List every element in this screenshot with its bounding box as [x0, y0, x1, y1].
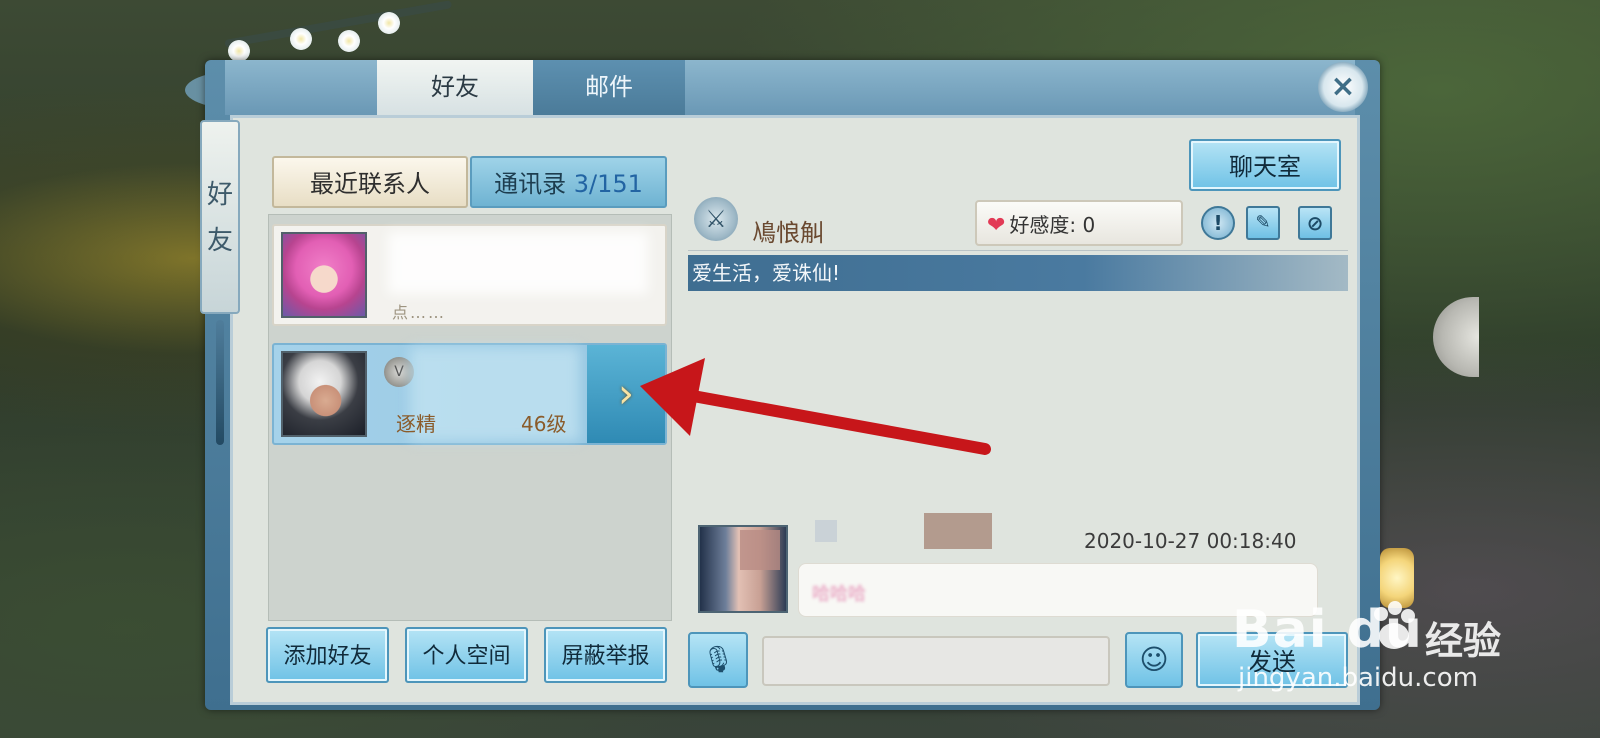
avatar [281, 351, 367, 437]
message-text: 哈哈哈 [812, 584, 866, 605]
mosaic-block [740, 530, 780, 570]
flower-decoration [290, 28, 312, 50]
banner-char: 友 [206, 226, 233, 256]
address-book-count: 3/151 [573, 170, 643, 198]
chevron-right-icon: › [618, 371, 634, 417]
divider [688, 250, 1348, 251]
tab-address-book[interactable]: 通讯录 3/151 [470, 156, 667, 208]
tab-friends[interactable]: 好友 [377, 60, 533, 115]
friend-name: 逐精 [396, 412, 436, 436]
expand-arrow-button[interactable]: › [587, 345, 665, 443]
tab-mail[interactable]: 邮件 [533, 60, 685, 115]
message-timestamp: 2020-10-27 00:18:40 [1084, 529, 1297, 553]
banner-char: 好 [206, 180, 233, 210]
block-icon[interactable]: ⊘ [1298, 206, 1332, 240]
favor-display: ❤ 好感度: 0 [975, 200, 1183, 246]
favor-label: 好感度: 0 [1009, 213, 1096, 237]
flower-decoration [378, 12, 400, 34]
sword-class-icon: ⚔ [694, 197, 738, 241]
selected-friend-name: 鳰悢觓 [752, 219, 824, 247]
friend-hint-text: 点…… [392, 303, 447, 322]
address-book-label: 通讯录 [494, 170, 567, 198]
add-friend-button[interactable]: 添加好友 [266, 627, 389, 683]
emoji-add-icon[interactable]: ☺ [1125, 632, 1183, 688]
tab-recent-contacts[interactable]: 最近联系人 [272, 156, 468, 208]
flower-decoration [338, 30, 360, 52]
chat-input[interactable] [762, 636, 1110, 686]
mosaic-block [815, 520, 837, 542]
heart-icon: ❤ [987, 213, 1006, 238]
friend-level: 46级 [521, 412, 567, 436]
blurred-region [388, 232, 648, 294]
watermark-url: jingyan.baidu.com [1238, 663, 1478, 693]
vertical-banner: 好 友 [200, 120, 240, 314]
flower-decoration [228, 40, 250, 62]
edit-icon[interactable]: ✎ [1246, 206, 1280, 240]
paw-logo-icon [1374, 601, 1415, 649]
personal-space-button[interactable]: 个人空间 [405, 627, 528, 683]
mosaic-block [924, 513, 992, 549]
chatroom-button[interactable]: 聊天室 [1189, 139, 1341, 191]
side-menu-wheel-icon[interactable] [1433, 297, 1479, 377]
side-scroll-indicator [216, 320, 224, 445]
watermark-jingyan: 经验 [1425, 619, 1502, 663]
friend-signature: 爱生活，爱诛仙! [688, 255, 1348, 291]
close-button[interactable]: × [1318, 62, 1368, 112]
block-report-button[interactable]: 屏蔽举报 [544, 627, 667, 683]
microphone-icon[interactable]: 🎙 [688, 632, 748, 688]
avatar [281, 232, 367, 318]
close-icon: × [1330, 69, 1356, 104]
info-icon[interactable]: ! [1201, 206, 1235, 240]
